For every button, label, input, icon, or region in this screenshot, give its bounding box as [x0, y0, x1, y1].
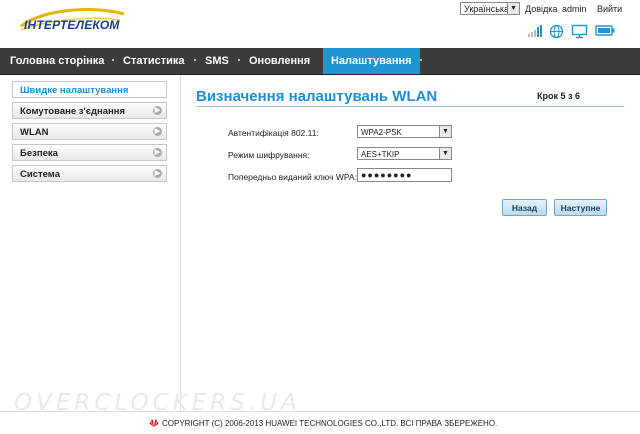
sidebar-item-label: Безпека [20, 148, 58, 159]
tab-statistics[interactable]: Статистика [123, 48, 185, 74]
sidebar-item-label: WLAN [20, 127, 49, 138]
chevron-right-icon: ▶ [153, 169, 162, 178]
language-select-value: Українська [464, 4, 510, 14]
intertelecom-logo: ІНТЕРТЕЛЕКОМ [6, 6, 126, 40]
auth-select-value: WPA2-PSK [361, 128, 402, 137]
sidebar-item-system[interactable]: Система ▶ [12, 165, 167, 182]
signal-strength-icon [528, 25, 542, 37]
watermark: OVERCLOCKERS.UA [14, 390, 301, 416]
sidebar-item-security[interactable]: Безпека ▶ [12, 144, 167, 161]
sidebar: Швидке налаштування Комутоване з'єднання… [0, 75, 181, 411]
tab-settings[interactable]: Налаштування [323, 48, 420, 74]
nav-separator [238, 59, 240, 61]
chevron-down-icon: ▼ [439, 148, 451, 159]
chevron-down-icon: ▼ [439, 126, 451, 137]
wpa-key-field[interactable]: ●●●●●●●● [357, 168, 452, 182]
globe-icon [549, 24, 564, 39]
sidebar-item-wlan[interactable]: WLAN ▶ [12, 123, 167, 140]
logo-text: ІНТЕРТЕЛЕКОМ [24, 18, 120, 32]
sidebar-item-label: Швидке налаштування [20, 85, 129, 96]
back-button[interactable]: Назад [502, 199, 547, 216]
auth-select[interactable]: WPA2-PSK ▼ [357, 125, 452, 138]
page-title: Визначення налаштувань WLAN [196, 88, 438, 105]
sidebar-item-quick-setup[interactable]: Швидке налаштування [12, 81, 167, 98]
sidebar-item-label: Комутоване з'єднання [20, 106, 126, 117]
nav-separator [420, 59, 422, 61]
title-divider [196, 106, 624, 107]
tab-update[interactable]: Оновлення [249, 48, 310, 74]
help-link[interactable]: Довідка [525, 4, 557, 14]
logout-link[interactable]: Вийти [597, 4, 622, 14]
chevron-right-icon: ▶ [153, 148, 162, 157]
tab-home[interactable]: Головна сторінка [10, 48, 104, 74]
tab-sms[interactable]: SMS [205, 48, 229, 74]
language-select[interactable]: Українська ▼ [460, 2, 520, 15]
sidebar-item-dialup[interactable]: Комутоване з'єднання ▶ [12, 102, 167, 119]
auth-label: Автентифікація 802.11: [228, 128, 319, 138]
chevron-down-icon: ▼ [507, 3, 519, 14]
nav-separator [112, 59, 114, 61]
monitor-icon [571, 24, 588, 39]
encryption-select[interactable]: AES+TKIP ▼ [357, 147, 452, 160]
chevron-right-icon: ▶ [153, 127, 162, 136]
huawei-logo-icon [149, 419, 159, 427]
encryption-label: Режим шифрування: [228, 150, 310, 160]
chevron-right-icon: ▶ [153, 106, 162, 115]
main-nav: Головна сторінка Статистика SMS Оновленн… [0, 48, 640, 75]
footer-divider [0, 411, 640, 412]
copyright-text: COPYRIGHT (C) 2006-2013 HUAWEI TECHNOLOG… [162, 419, 498, 428]
sidebar-item-label: Система [20, 169, 60, 180]
step-indicator: Крок 5 з 6 [537, 91, 580, 101]
nav-separator [194, 59, 196, 61]
battery-icon [595, 25, 615, 36]
user-link[interactable]: admin [562, 4, 587, 14]
wpa-key-label: Попередньо виданий ключ WPA: [228, 172, 357, 182]
encryption-select-value: AES+TKIP [361, 150, 400, 159]
next-button[interactable]: Наступне [554, 199, 607, 216]
